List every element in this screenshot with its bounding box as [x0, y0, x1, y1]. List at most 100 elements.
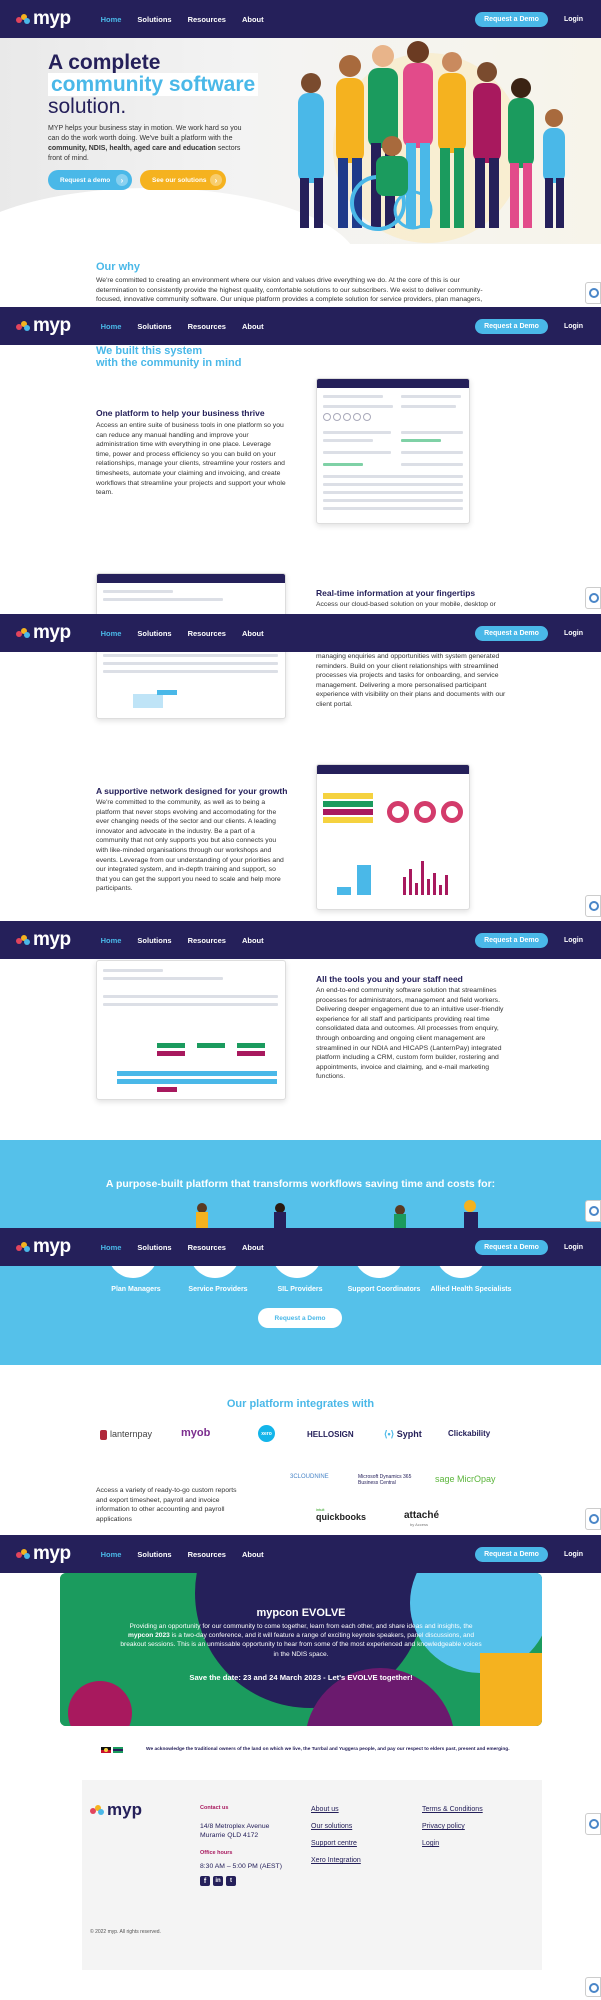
login-link[interactable]: Login [564, 1244, 583, 1251]
nav-about[interactable]: About [242, 322, 264, 331]
feature-title: A supportive network designed for your g… [96, 786, 288, 796]
copyright: © 2022 myp. All rights reserved. [90, 1929, 161, 1935]
footer-link-login[interactable]: Login [422, 1840, 439, 1847]
arrow-right-icon: › [210, 174, 222, 186]
feature-text: Access an entire suite of business tools… [96, 422, 286, 497]
login-link[interactable]: Login [564, 937, 583, 944]
nav-solutions[interactable]: Solutions [137, 1550, 171, 1559]
indigenous-flags-icon [101, 1747, 123, 1753]
hellosign-logo: HELLOSIGN [307, 1430, 354, 1439]
nav-home[interactable]: Home [101, 1550, 122, 1559]
login-link[interactable]: Login [564, 16, 583, 23]
footer-logo[interactable]: myp [90, 1800, 142, 1820]
nav-resources[interactable]: Resources [188, 936, 226, 945]
xero-logo: xero [258, 1425, 275, 1442]
feature-title: Real-time information at your fingertips [316, 588, 476, 598]
nav-about[interactable]: About [242, 1550, 264, 1559]
logo-mark-icon [16, 935, 30, 945]
nav-about[interactable]: About [242, 15, 264, 24]
request-demo-button[interactable]: Request a Demo [475, 11, 548, 27]
hero-request-demo-button[interactable]: Request a demo › [48, 170, 132, 190]
main-nav: myp Home Solutions Resources About Reque… [0, 0, 601, 38]
footer-link-terms[interactable]: Terms & Conditions [422, 1806, 483, 1813]
logo-mark-icon [16, 14, 30, 24]
hero-title: A complete community software solution. [48, 52, 259, 118]
brand-name: myp [33, 1236, 71, 1257]
see-solutions-button[interactable]: See our solutions › [140, 170, 226, 190]
nav-solutions[interactable]: Solutions [137, 15, 171, 24]
3cloudnine-logo: 3CLOUDNINE [290, 1474, 329, 1480]
request-demo-button[interactable]: Request a Demo [475, 318, 548, 334]
nav-home[interactable]: Home [101, 15, 122, 24]
request-demo-button[interactable]: Request a Demo [475, 1239, 548, 1255]
our-why-text: We're committed to creating an environme… [96, 277, 483, 304]
contact-address: 14/8 Metroplex Avenue Murarrie QLD 4172 [200, 1823, 270, 1839]
lanternpay-logo: lanternpay [100, 1429, 152, 1440]
linkedin-icon[interactable]: in [213, 1876, 223, 1886]
recaptcha-badge-icon[interactable] [585, 1977, 601, 1997]
brand-logo[interactable]: myp [16, 1236, 71, 1258]
nav-home[interactable]: Home [101, 936, 122, 945]
brand-logo[interactable]: myp [16, 1543, 71, 1565]
recaptcha-badge-icon[interactable] [585, 895, 601, 917]
audience-label: Support Coordinators [347, 1286, 421, 1293]
recaptcha-badge-icon[interactable] [585, 1200, 601, 1222]
footer-link-about[interactable]: About us [311, 1806, 339, 1813]
mypcon-text: Providing an opportunity for our communi… [120, 1623, 482, 1658]
footer-link-solutions[interactable]: Our solutions [311, 1823, 352, 1830]
footer-link-support[interactable]: Support centre [311, 1840, 357, 1847]
integrations-text: Access a variety of ready-to-go custom r… [96, 1487, 237, 1523]
recaptcha-badge-icon[interactable] [585, 1508, 601, 1530]
nav-home[interactable]: Home [101, 322, 122, 331]
nav-home[interactable]: Home [101, 1243, 122, 1252]
mypcon-banner[interactable]: mypcon EVOLVE Providing an opportunity f… [60, 1573, 542, 1726]
nav-resources[interactable]: Resources [188, 1550, 226, 1559]
nav-resources[interactable]: Resources [188, 629, 226, 638]
request-demo-button[interactable]: Request a Demo [475, 1546, 548, 1562]
feature-title: One platform to help your business thriv… [96, 408, 265, 418]
brand-logo[interactable]: myp [16, 622, 71, 644]
nav-resources[interactable]: Resources [188, 1243, 226, 1252]
footer: myp Contact us 14/8 Metroplex Avenue Mura… [82, 1780, 542, 1970]
main-nav-repeat: myp Home Solutions Resources About Reque… [0, 307, 601, 345]
hero-section: A complete community software solution. … [0, 38, 601, 244]
nav-about[interactable]: About [242, 629, 264, 638]
nav-resources[interactable]: Resources [188, 322, 226, 331]
brand-name: myp [33, 1543, 71, 1564]
community-people-illustration [298, 41, 565, 243]
recaptcha-badge-icon[interactable] [585, 1813, 601, 1835]
logo-mark-icon [16, 1242, 30, 1252]
nav-solutions[interactable]: Solutions [137, 936, 171, 945]
footer-link-privacy[interactable]: Privacy policy [422, 1823, 465, 1830]
brand-logo[interactable]: myp [16, 8, 71, 30]
microsoft-dynamics-logo: Microsoft Dynamics 365 Business Central [358, 1474, 412, 1486]
quickbooks-logo: quickbooks [316, 1512, 367, 1522]
sypht-logo: ⟨•⟩ Sypht [384, 1429, 422, 1439]
brand-logo[interactable]: myp [16, 929, 71, 951]
clickability-logo: Clickability [448, 1429, 491, 1438]
nav-solutions[interactable]: Solutions [137, 322, 171, 331]
nav-about[interactable]: About [242, 936, 264, 945]
login-link[interactable]: Login [564, 323, 583, 330]
brand-logo[interactable]: myp [16, 315, 71, 337]
purpose-request-demo-button[interactable]: Request a Demo [258, 1308, 342, 1328]
nav-solutions[interactable]: Solutions [137, 1243, 171, 1252]
feature-text: Access our cloud-based solution on your … [316, 601, 496, 608]
feature-text: managing enquiries and opportunities wit… [316, 653, 506, 708]
twitter-icon[interactable]: t [226, 1876, 236, 1886]
login-link[interactable]: Login [564, 630, 583, 637]
nav-home[interactable]: Home [101, 629, 122, 638]
footer-link-xero[interactable]: Xero Integration [311, 1857, 361, 1864]
feature-text: We're committed to the community, as wel… [96, 799, 284, 893]
roster-screenshot [96, 960, 286, 1100]
request-demo-button[interactable]: Request a Demo [475, 932, 548, 948]
facebook-icon[interactable]: f [200, 1876, 210, 1886]
nav-about[interactable]: About [242, 1243, 264, 1252]
recaptcha-badge-icon[interactable] [585, 282, 601, 304]
nav-resources[interactable]: Resources [188, 15, 226, 24]
request-demo-button[interactable]: Request a Demo [475, 625, 548, 641]
recaptcha-badge-icon[interactable] [585, 587, 601, 609]
integrations-title: Our platform integrates with [226, 1398, 375, 1410]
login-link[interactable]: Login [564, 1551, 583, 1558]
nav-solutions[interactable]: Solutions [137, 629, 171, 638]
